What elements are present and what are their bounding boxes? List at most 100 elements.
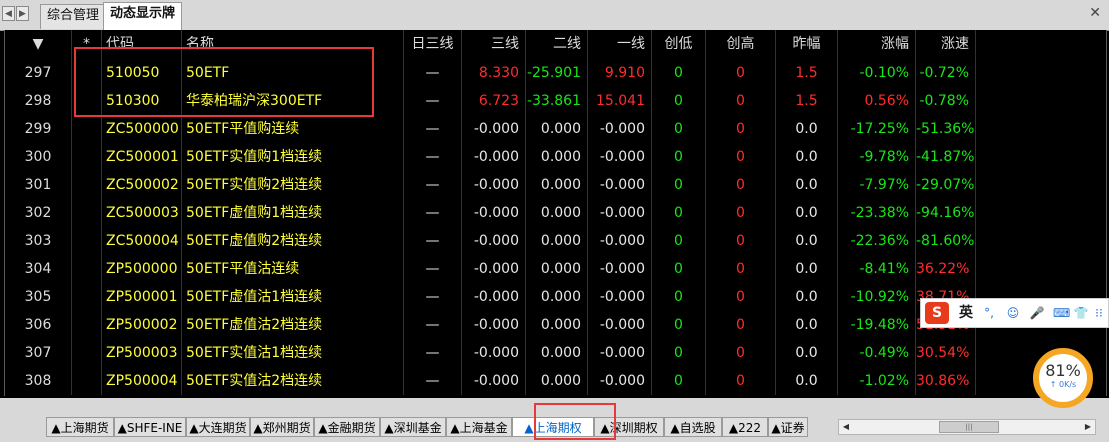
scroll-thumb[interactable]: |||: [939, 421, 999, 433]
header-code[interactable]: 代码: [101, 30, 181, 59]
header-name[interactable]: 名称: [181, 30, 403, 59]
row-code[interactable]: ZC500000: [101, 115, 181, 143]
row-name[interactable]: 50ETF平值沽连续: [181, 255, 403, 283]
market-tab[interactable]: ▲SHFE-INE: [114, 417, 186, 437]
market-tab[interactable]: ▲深圳基金: [380, 417, 446, 437]
market-tab[interactable]: ▲自选股: [664, 417, 722, 437]
row-line3: -0.000: [461, 115, 525, 143]
market-tab[interactable]: ▲证券: [768, 417, 808, 437]
tab-dynamic-display-board[interactable]: 动态显示牌: [103, 2, 183, 30]
table-row[interactable]: 297 510050 50ETF —8.330 -25.901 9.910 0 0 1.5 -0.…: [5, 59, 1106, 87]
table-row[interactable]: 302 ZC500003 50ETF虚值购1档连续 — -0.000 0.000 -0.00…: [5, 199, 1106, 227]
row-name[interactable]: 50ETF实值沽1档连续: [181, 339, 403, 367]
table-row[interactable]: 307 ZP500003 50ETF实值沽1档连续 — -0.000 0.000 -0.00…: [5, 339, 1106, 367]
row-prev-change: 0.0: [775, 311, 837, 339]
row-blank: [975, 255, 1106, 283]
row-change-speed: 30.86%: [915, 367, 975, 395]
market-tab[interactable]: ▲深圳期权: [594, 417, 664, 437]
row-change-pct: -22.36%: [837, 227, 915, 255]
punctuation-icon[interactable]: °,: [981, 304, 997, 322]
row-change-pct: -8.41%: [837, 255, 915, 283]
table-row[interactable]: 308 ZP500004 50ETF实值沽2档连续 — -0.000 0.000 -0.00…: [5, 367, 1106, 395]
header-prev-change[interactable]: 昨幅: [775, 30, 837, 59]
row-code[interactable]: ZP500000: [101, 255, 181, 283]
row-change-pct: -17.25%: [837, 115, 915, 143]
skin-icon[interactable]: 👕: [1073, 304, 1089, 322]
header-line2[interactable]: 二线: [525, 30, 587, 59]
header-new-high[interactable]: 创高: [705, 30, 775, 59]
header-daily-three-line[interactable]: 日三线: [403, 30, 461, 59]
row-name[interactable]: 50ETF虚值购1档连续: [181, 199, 403, 227]
header-line1[interactable]: 一线: [587, 30, 651, 59]
row-index: 302: [24, 205, 52, 221]
row-name[interactable]: 50ETF平值购连续: [181, 115, 403, 143]
row-change-pct: -19.48%: [837, 311, 915, 339]
table-row[interactable]: 300 ZC500001 50ETF实值购1档连续 — -0.000 0.000 -0.00…: [5, 143, 1106, 171]
sort-icon[interactable]: ▼: [5, 30, 71, 59]
row-daily-three-line: —: [403, 199, 461, 227]
market-tab[interactable]: ▲金融期货: [314, 417, 380, 437]
row-name[interactable]: 50ETF: [181, 59, 403, 87]
keyboard-icon[interactable]: ⌨: [1053, 304, 1070, 322]
emoji-icon[interactable]: ☺: [1005, 304, 1021, 322]
row-name[interactable]: 50ETF实值购1档连续: [181, 143, 403, 171]
horizontal-scrollbar[interactable]: ◀ ||| ▶: [838, 419, 1096, 435]
row-star: [71, 59, 101, 87]
market-tab[interactable]: ▲上海期权: [512, 417, 594, 437]
row-change-speed: 30.54%: [915, 339, 975, 367]
scroll-right-arrow-icon[interactable]: ▶: [1081, 420, 1095, 434]
microphone-icon[interactable]: 🎤: [1029, 304, 1045, 322]
table-row[interactable]: 301 ZC500002 50ETF实值购2档连续 — -0.000 0.000 -0.00…: [5, 171, 1106, 199]
header-line3[interactable]: 三线: [461, 30, 525, 59]
sogou-logo-icon[interactable]: S: [925, 302, 949, 324]
row-new-low: 0: [651, 199, 705, 227]
row-code[interactable]: ZP500002: [101, 311, 181, 339]
table-row[interactable]: 299 ZC500000 50ETF平值购连续 — -0.000 0.000 -0.000 0…: [5, 115, 1106, 143]
header-star[interactable]: *: [71, 30, 101, 59]
row-code[interactable]: ZC500001: [101, 143, 181, 171]
network-rate: ↑ 0K/s: [1049, 380, 1077, 389]
tab-comprehensive-management[interactable]: 综合管理: [40, 4, 107, 29]
network-speed-widget[interactable]: 81% ↑ 0K/s: [1033, 348, 1093, 408]
ime-language-toggle[interactable]: 英: [959, 302, 973, 324]
header-change-pct[interactable]: 涨幅: [837, 30, 915, 59]
market-tab[interactable]: ▲上海基金: [446, 417, 512, 437]
row-line1: -0.000: [587, 283, 651, 311]
header-new-low[interactable]: 创低: [651, 30, 705, 59]
row-code[interactable]: ZP500004: [101, 367, 181, 395]
row-code[interactable]: ZP500003: [101, 339, 181, 367]
row-code[interactable]: ZC500004: [101, 227, 181, 255]
row-name[interactable]: 50ETF虚值购2档连续: [181, 227, 403, 255]
market-tab[interactable]: ▲郑州期货: [250, 417, 314, 437]
row-code[interactable]: ZC500002: [101, 171, 181, 199]
row-name[interactable]: 华泰柏瑞沪深300ETF: [181, 87, 403, 115]
market-tab[interactable]: ▲上海期货: [46, 417, 114, 437]
toolbox-icon[interactable]: ⁝⁝: [1091, 304, 1107, 322]
table-row[interactable]: 303 ZC500004 50ETF虚值购2档连续 — -0.000 0.000 -0.00…: [5, 227, 1106, 255]
row-name[interactable]: 50ETF虚值沽2档连续: [181, 311, 403, 339]
header-change-speed[interactable]: 涨速: [915, 30, 975, 59]
row-name[interactable]: 50ETF虚值沽1档连续: [181, 283, 403, 311]
row-line3: -0.000: [461, 339, 525, 367]
market-tab[interactable]: ▲大连期货: [186, 417, 250, 437]
row-line2: 0.000: [525, 311, 587, 339]
tab-scroll-right-icon[interactable]: ▶: [16, 6, 29, 21]
row-prev-change: 0.0: [775, 255, 837, 283]
row-code[interactable]: 510050: [101, 59, 181, 87]
row-blank: [975, 87, 1106, 115]
row-code[interactable]: 510300: [101, 87, 181, 115]
row-change-speed: -29.07%: [915, 171, 975, 199]
row-star: [71, 283, 101, 311]
row-index: 298: [24, 93, 52, 109]
close-icon[interactable]: ✕: [1089, 5, 1101, 21]
row-code[interactable]: ZP500001: [101, 283, 181, 311]
market-tab[interactable]: ▲222: [722, 417, 768, 437]
row-new-low: 0: [651, 283, 705, 311]
table-row[interactable]: 298 510300 华泰柏瑞沪深300ETF —6.723 -33.861 15.041…: [5, 87, 1106, 115]
row-code[interactable]: ZC500003: [101, 199, 181, 227]
scroll-left-arrow-icon[interactable]: ◀: [839, 420, 853, 434]
table-row[interactable]: 304 ZP500000 50ETF平值沽连续 — -0.000 0.000 -0.000 0…: [5, 255, 1106, 283]
row-name[interactable]: 50ETF实值购2档连续: [181, 171, 403, 199]
row-name[interactable]: 50ETF实值沽2档连续: [181, 367, 403, 395]
tab-scroll-left-icon[interactable]: ◀: [2, 6, 15, 21]
